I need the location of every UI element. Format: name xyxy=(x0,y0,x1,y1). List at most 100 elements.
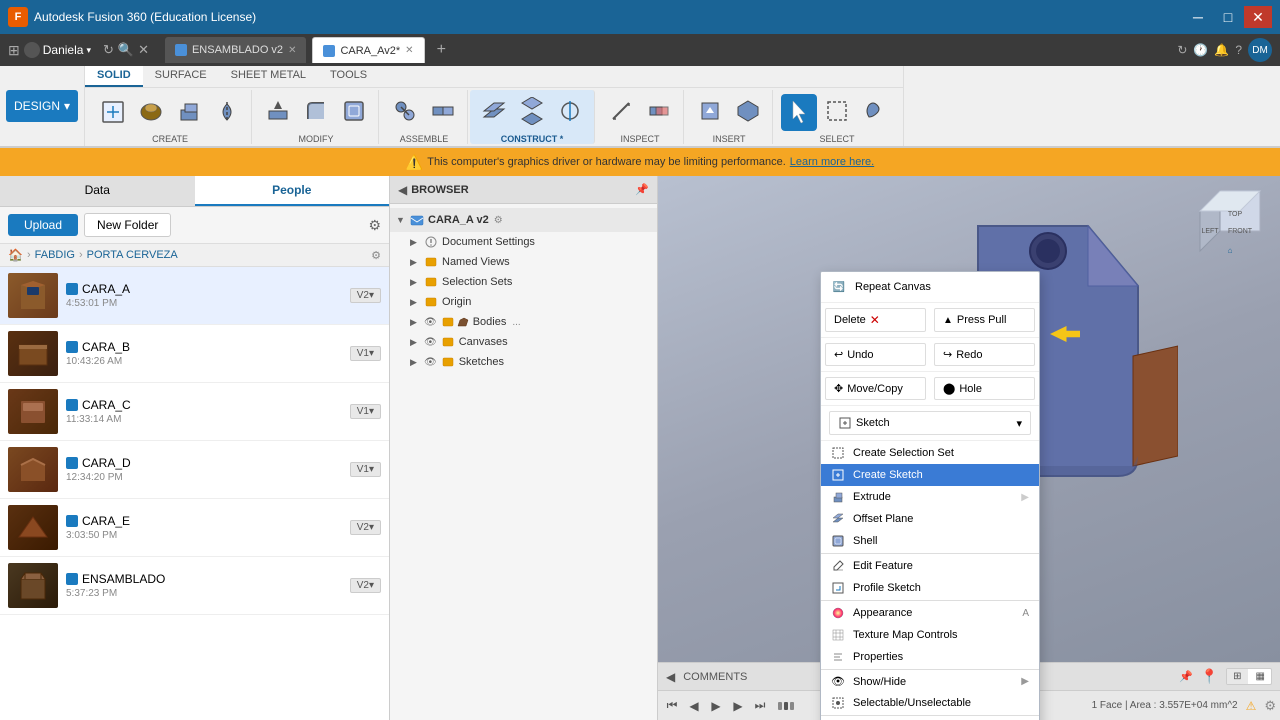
refresh-icon[interactable]: ↻ xyxy=(103,42,114,58)
ctx-create-sketch[interactable]: Create Sketch xyxy=(821,464,1039,486)
browser-item-bodies[interactable]: ▶ 👁 Bodies ... xyxy=(390,312,657,332)
location-icon[interactable]: 📍 xyxy=(1201,668,1218,685)
ctx-press-pull[interactable]: ▲ Press Pull xyxy=(934,308,1035,332)
version-badge-1[interactable]: V2▾ xyxy=(350,288,381,303)
tab-surface[interactable]: SURFACE xyxy=(143,66,219,87)
ctx-edit-profile-sketch[interactable]: Profile Sketch xyxy=(821,577,1039,599)
ctx-selectable[interactable]: Selectable/Unselectable xyxy=(821,692,1039,714)
interference-btn[interactable] xyxy=(641,94,677,131)
offset-plane-btn[interactable] xyxy=(476,94,512,131)
clock-icon[interactable]: 🕐 xyxy=(1193,43,1208,57)
browser-collapse-btn[interactable]: ◀ xyxy=(398,183,407,197)
create-sketch-ribbon-btn[interactable] xyxy=(95,95,131,129)
version-badge-3[interactable]: V1▾ xyxy=(350,404,381,419)
ctx-show-hide[interactable]: 👁 Show/Hide ▶ xyxy=(821,671,1039,692)
timeline-next-btn[interactable]: ▶ xyxy=(728,696,748,716)
ctx-delete[interactable]: Delete ✕ xyxy=(825,308,926,332)
window-select-btn[interactable] xyxy=(819,94,855,131)
people-tab[interactable]: People xyxy=(195,176,390,206)
shell-btn[interactable] xyxy=(336,94,372,131)
select-btn[interactable] xyxy=(781,94,817,131)
midplane-btn[interactable] xyxy=(514,94,550,131)
context-menu[interactable]: 🔄 Repeat Canvas Delete ✕ ▲ Press Pull ↩ xyxy=(820,271,1040,720)
tab-solid[interactable]: SOLID xyxy=(85,66,143,87)
fillet-btn[interactable] xyxy=(298,94,334,131)
ctx-create-selection-set[interactable]: Create Selection Set xyxy=(821,442,1039,464)
ctx-properties[interactable]: Properties xyxy=(821,646,1039,668)
ctx-repeat-canvas[interactable]: 🔄 Repeat Canvas xyxy=(821,274,1039,300)
measure-btn[interactable] xyxy=(603,94,639,131)
ctx-shell[interactable]: Shell xyxy=(821,530,1039,552)
tab-cara-close[interactable]: ✕ xyxy=(405,45,413,56)
version-badge-5[interactable]: V2▾ xyxy=(350,520,381,535)
maximize-button[interactable]: □ xyxy=(1214,6,1242,28)
revolve-btn[interactable] xyxy=(209,95,245,129)
ctx-sketch-dropdown[interactable]: Sketch ▾ xyxy=(829,411,1031,435)
refresh-tab-icon[interactable]: ↻ xyxy=(1177,43,1187,57)
bc-porta-cerveza[interactable]: PORTA CERVEZA xyxy=(87,249,178,261)
browser-item-doc-settings[interactable]: ▶ Document Settings xyxy=(390,232,657,252)
version-badge-2[interactable]: V1▾ xyxy=(350,346,381,361)
browser-settings-icon[interactable]: ⚙ xyxy=(494,215,503,226)
eye-icon[interactable]: 👁 xyxy=(424,317,437,328)
insert-mesh-btn[interactable] xyxy=(730,94,766,131)
comments-collapse-btn[interactable]: ◀ xyxy=(666,670,675,684)
upload-button[interactable]: Upload xyxy=(8,214,78,236)
ctx-extrude[interactable]: Extrude ▶ xyxy=(821,486,1039,508)
nav-close-icon[interactable]: ✕ xyxy=(138,42,149,58)
eye-icon-3[interactable]: 👁 xyxy=(424,357,437,368)
browser-item-sketches[interactable]: ▶ 👁 Sketches xyxy=(390,352,657,372)
settings-icon[interactable]: ⚙ xyxy=(368,217,381,234)
browser-item-selection-sets[interactable]: ▶ Selection Sets xyxy=(390,272,657,292)
browser-item-named-views[interactable]: ▶ Named Views xyxy=(390,252,657,272)
timeline-start-btn[interactable]: ⏮ xyxy=(662,696,682,716)
as-built-joint-btn[interactable] xyxy=(425,94,461,131)
window-controls[interactable]: ─ □ ✕ xyxy=(1184,6,1272,28)
user-menu[interactable]: Daniela ▾ xyxy=(24,42,91,58)
axis-btn[interactable] xyxy=(552,94,588,131)
breadcrumb-settings-icon[interactable]: ⚙ xyxy=(371,249,381,262)
version-badge-6[interactable]: V2▾ xyxy=(350,578,381,593)
tab-ensamblado[interactable]: ENSAMBLADO v2 ✕ xyxy=(165,37,306,63)
bc-fabdig[interactable]: FABDIG xyxy=(35,249,75,261)
browser-root[interactable]: ▼ CARA_A v2 ⚙ xyxy=(390,208,657,232)
comments-pin-icon[interactable]: 📌 xyxy=(1179,670,1193,683)
eye-icon-2[interactable]: 👁 xyxy=(424,337,437,348)
ctx-hole[interactable]: ⬤ Hole xyxy=(934,377,1035,400)
list-item[interactable]: ENSAMBLADO 5:37:23 PM V2▾ xyxy=(0,557,389,615)
settings-gear-icon[interactable]: ⚙ xyxy=(1264,698,1276,714)
timeline-prev-btn[interactable]: ◀ xyxy=(684,696,704,716)
list-item[interactable]: CARA_C 11:33:14 AM V1▾ xyxy=(0,383,389,441)
browser-pin-icon[interactable]: 📌 xyxy=(635,183,649,196)
tab-cara-av2[interactable]: CARA_Av2* ✕ xyxy=(312,37,424,63)
design-dropdown[interactable]: DESIGN ▾ xyxy=(6,90,78,122)
view-control-2[interactable]: ▦ xyxy=(1250,669,1271,684)
warning-link[interactable]: Learn more here. xyxy=(790,156,874,168)
minimize-button[interactable]: ─ xyxy=(1184,6,1212,28)
timeline-end-btn[interactable]: ⏭ xyxy=(750,696,770,716)
home-icon[interactable]: 🏠 xyxy=(8,248,23,262)
data-tab[interactable]: Data xyxy=(0,176,195,206)
ctx-redo[interactable]: ↪ Redo xyxy=(934,343,1035,366)
paint-select-btn[interactable] xyxy=(857,94,893,131)
version-badge-4[interactable]: V1▾ xyxy=(350,462,381,477)
list-item[interactable]: CARA_D 12:34:20 PM V1▾ xyxy=(0,441,389,499)
user-avatar[interactable]: DM xyxy=(1248,38,1272,62)
new-folder-button[interactable]: New Folder xyxy=(84,213,171,237)
extrude-btn[interactable] xyxy=(171,95,207,129)
notification-icon[interactable]: 🔔 xyxy=(1214,43,1229,57)
nav-cube[interactable]: TOP LEFT FRONT ⌂ xyxy=(1190,181,1270,261)
view-control-1[interactable]: ⊞ xyxy=(1227,669,1247,684)
joint-btn[interactable] xyxy=(387,94,423,131)
press-pull-btn[interactable] xyxy=(260,94,296,131)
ctx-offset-plane[interactable]: Offset Plane xyxy=(821,508,1039,530)
list-item[interactable]: CARA_B 10:43:26 AM V1▾ xyxy=(0,325,389,383)
close-button[interactable]: ✕ xyxy=(1244,6,1272,28)
new-tab-button[interactable]: + xyxy=(431,41,452,59)
tab-sheet-metal[interactable]: SHEET METAL xyxy=(219,66,318,87)
grid-icon[interactable]: ⊞ xyxy=(8,42,20,59)
browser-item-canvases[interactable]: ▶ 👁 Canvases xyxy=(390,332,657,352)
tab-ensamblado-close[interactable]: ✕ xyxy=(288,45,296,56)
viewport[interactable]: ◀ BROWSER 📌 ▼ CARA_A v2 ⚙ ▶ Docu xyxy=(390,176,1280,720)
insert-derive-btn[interactable] xyxy=(692,94,728,131)
